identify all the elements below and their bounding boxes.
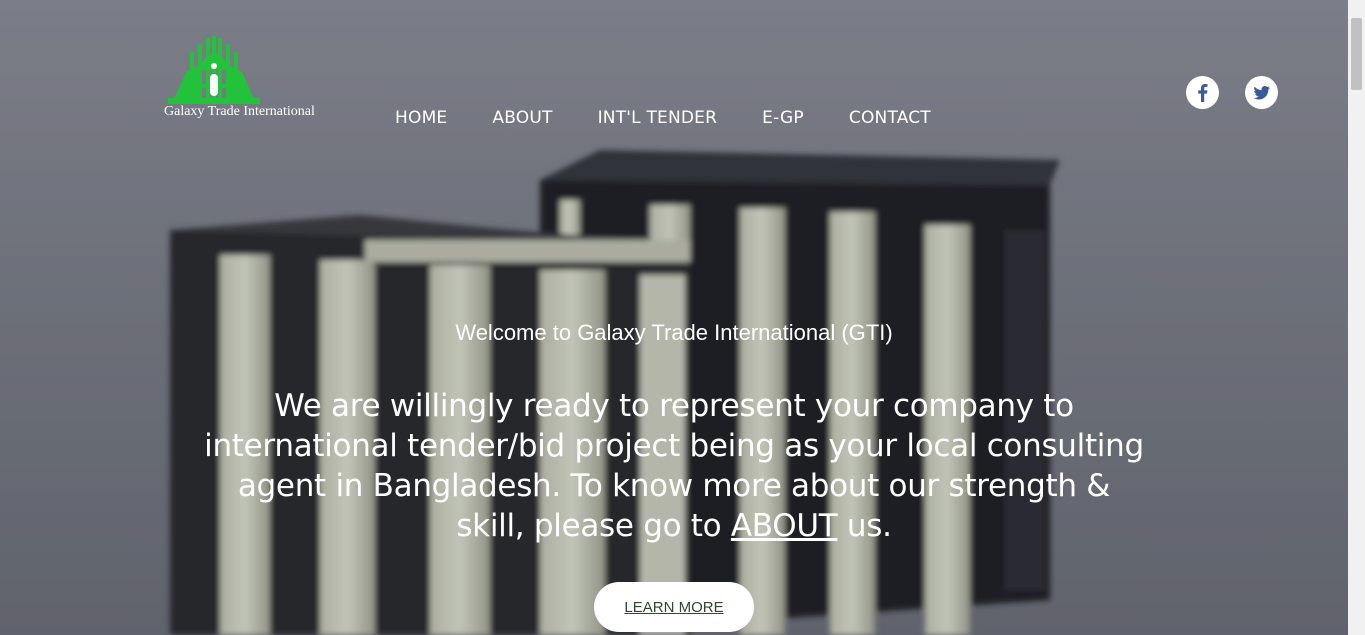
facebook-icon (1198, 84, 1208, 102)
nav-home[interactable]: HOME (395, 108, 447, 128)
hero-tagline: We are willingly ready to represent your… (200, 386, 1148, 546)
twitter-button[interactable] (1245, 76, 1278, 109)
twitter-icon (1253, 86, 1270, 100)
facebook-button[interactable] (1186, 76, 1219, 109)
tagline-end: us. (837, 508, 892, 544)
nav-about[interactable]: ABOUT (492, 108, 552, 128)
about-link[interactable]: ABOUT (731, 508, 838, 544)
scrollbar-thumb[interactable] (1351, 18, 1362, 90)
gti-logo-icon (168, 36, 260, 104)
learn-more-button[interactable]: LEARN MORE (594, 582, 754, 632)
page-scrollbar[interactable] (1348, 0, 1365, 635)
main-nav: HOME ABOUT INT'L TENDER E-GP CONTACT (395, 108, 976, 128)
tagline-text: We are willingly ready to represent your… (204, 388, 1144, 544)
welcome-heading: Welcome to Galaxy Trade International (G… (455, 320, 893, 345)
nav-intl-tender[interactable]: INT'L TENDER (598, 108, 718, 128)
logo-text: Galaxy Trade International (164, 104, 315, 119)
nav-e-gp[interactable]: E-GP (762, 108, 804, 128)
site-logo[interactable]: Galaxy Trade International (162, 36, 324, 126)
nav-contact[interactable]: CONTACT (849, 108, 931, 128)
